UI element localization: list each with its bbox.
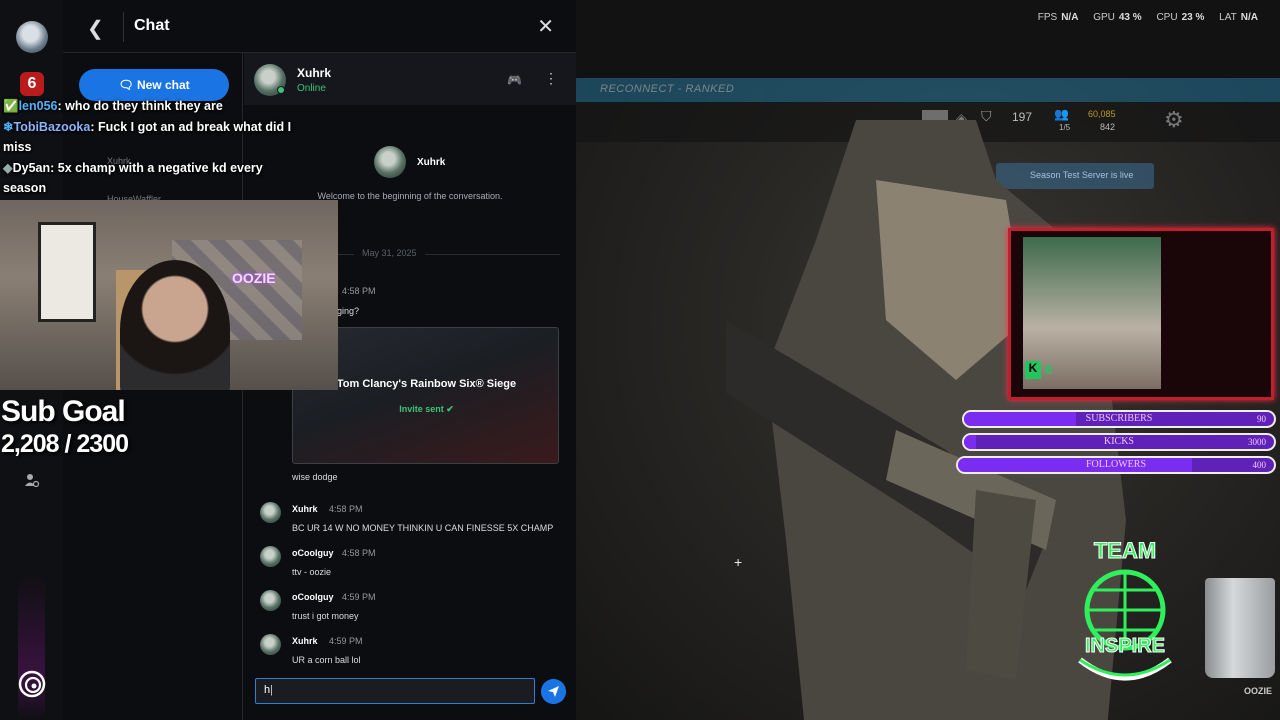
game-settings-gear-icon[interactable]: ⚙ <box>1164 107 1184 133</box>
message-avatar <box>260 634 281 655</box>
reconnect-label: RECONNECT - RANKED <box>600 83 735 95</box>
more-options-icon[interactable]: ⋮ <box>544 70 558 87</box>
message-author[interactable]: oCoolguy <box>292 548 334 558</box>
oozie-tag: OOZIE <box>1244 686 1273 696</box>
kick-logo-icon: K <box>1025 361 1041 379</box>
fps-label: FPS <box>1037 12 1058 23</box>
crosshair-cursor: + <box>734 554 743 570</box>
team-inspire-logo: TEAM INSPIRE <box>1078 538 1172 681</box>
lat-label: LAT <box>1219 12 1237 23</box>
goal-label: SUBSCRIBERS <box>1085 413 1153 424</box>
goal-label: FOLLOWERS <box>1086 459 1146 470</box>
gpu-value: 43 % <box>1118 12 1142 23</box>
cpu-label: CPU <box>1156 12 1178 23</box>
stream-chat-user: Dy5an <box>12 160 51 175</box>
chat-title: Chat <box>134 17 170 34</box>
goal-bar-kicks: KICKS 3000 <box>962 433 1276 451</box>
streamer-face <box>120 260 230 390</box>
intro-avatar <box>374 146 406 178</box>
secondary-webcam: K 8 <box>1008 228 1274 400</box>
message-avatar <box>260 590 281 611</box>
sub-goal-label: Sub Goal <box>1 395 126 428</box>
check-circle-icon: ✔ <box>446 404 454 414</box>
goal-value: 90 <box>1257 414 1266 424</box>
back-chevron-icon[interactable]: ❮ <box>87 16 104 41</box>
wall-poster <box>38 222 96 322</box>
message-time: 4:59 PM <box>342 592 376 602</box>
stream-chat-user: len056 <box>18 99 58 113</box>
lat-value: N/A <box>1240 12 1258 23</box>
stream-chat-line: ❄TobiBazooka: Fuck I got an ad break wha… <box>3 117 303 158</box>
nav-glow <box>18 575 45 720</box>
stream-chat-overlay: ✅len056: who do they think they are ❄Tob… <box>3 96 303 199</box>
performance-stats: FPS N/A GPU 43 % CPU 23 % LAT N/A <box>1026 12 1258 23</box>
goal-label: KICKS <box>1103 436 1134 447</box>
cpu-value: 23 % <box>1181 12 1205 23</box>
chat-header: ❮ Chat ✕ <box>63 0 576 53</box>
message-avatar <box>260 502 281 523</box>
cam2-badge: 8 <box>1045 362 1053 377</box>
sub-goal-value: 2,208 / 2300 <box>1 430 129 458</box>
cam-name-tag: OOZIE <box>232 270 276 286</box>
goal-value: 400 <box>1252 460 1267 470</box>
close-icon[interactable]: ✕ <box>537 14 554 39</box>
message-avatar <box>260 546 281 567</box>
goal-bar-followers: FOLLOWERS 400 <box>956 456 1276 474</box>
drink-can-image <box>1205 578 1275 678</box>
message-time: 4:59 PM <box>329 636 363 646</box>
text-caret: | <box>270 684 273 696</box>
hud-credits-1: 60,085 <box>1088 109 1116 119</box>
stream-chat-text: : who do they think they are <box>57 99 223 113</box>
stream-chat-user: TobiBazooka <box>13 119 91 134</box>
send-button[interactable] <box>541 679 566 704</box>
rainbow-six-game-icon[interactable]: 6 <box>20 72 44 96</box>
streamer-webcam: OOZIE <box>0 200 338 390</box>
snowflake-badge-icon: ❄ <box>3 119 14 134</box>
intro-name: Xuhrk <box>417 157 446 168</box>
user-settings-icon[interactable] <box>24 472 40 488</box>
profile-avatar[interactable] <box>16 21 48 53</box>
gamepad-icon[interactable]: 🎮 <box>507 73 522 87</box>
secondary-webcam-feed <box>1023 237 1161 389</box>
message-text: ging? <box>337 306 360 316</box>
fps-value: N/A <box>1061 12 1079 23</box>
badge-icon: ✅ <box>3 99 19 113</box>
reconnect-banner[interactable]: RECONNECT - RANKED <box>576 78 1280 102</box>
message-text: ttv - oozie <box>292 567 332 577</box>
message-time: 4:58 PM <box>329 504 363 514</box>
gpu-label: GPU <box>1093 12 1115 23</box>
new-chat-label: New chat <box>136 78 190 92</box>
online-status-dot <box>277 86 285 94</box>
message-author[interactable]: oCoolguy <box>292 592 334 602</box>
message-text: BC UR 14 W NO MONEY THINKIN U CAN FINESS… <box>292 523 554 533</box>
header-divider <box>123 12 124 42</box>
message-input[interactable]: h| <box>255 678 535 704</box>
peer-status: Online <box>297 83 326 94</box>
team-logo-bottom-text: INSPIRE <box>1085 635 1165 657</box>
invite-status: Invite sent ✔ <box>293 404 560 415</box>
invite-status-text: Invite sent <box>399 404 444 414</box>
party-icon[interactable]: 👥 <box>1054 107 1069 121</box>
message-time: 4:58 PM <box>342 286 376 296</box>
message-time: 4:58 PM <box>342 548 376 558</box>
goal-bar-subscribers: SUBSCRIBERS 90 <box>962 410 1276 428</box>
message-text: wise dodge <box>292 472 338 482</box>
goal-value: 3000 <box>1248 437 1266 447</box>
message-author[interactable]: Xuhrk <box>292 636 318 646</box>
team-logo-top-text: TEAM <box>1094 538 1156 563</box>
chat-bubble-icon: 🗨 <box>118 78 137 92</box>
stream-chat-line: ✅len056: who do they think they are <box>3 96 303 117</box>
stream-chat-line: ◆Dy5an: 5x champ with a negative kd ever… <box>3 158 303 199</box>
message-text: UR a corn ball lol <box>292 655 361 665</box>
badge-icon: ◆ <box>3 160 13 175</box>
ubisoft-logo-icon[interactable] <box>18 670 46 698</box>
message-author[interactable]: Xuhrk <box>292 504 318 514</box>
message-text: trust i got money <box>292 611 359 621</box>
date-separator: May 31, 2025 <box>354 248 425 258</box>
peer-name[interactable]: Xuhrk <box>297 66 331 80</box>
